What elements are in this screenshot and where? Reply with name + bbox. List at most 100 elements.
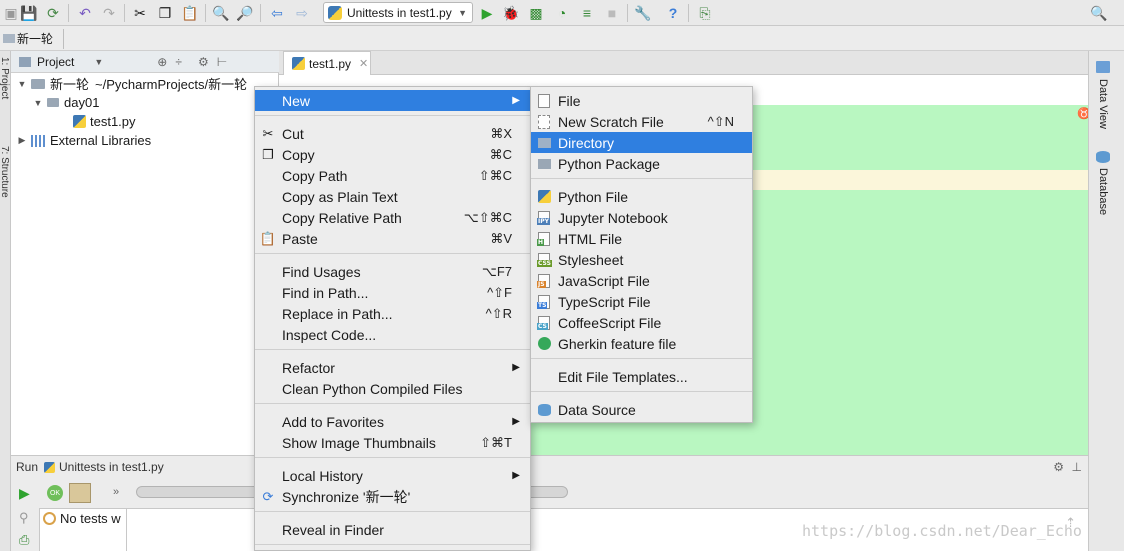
profile-icon[interactable]: ◔ xyxy=(553,4,571,22)
forward-icon[interactable]: ⇨ xyxy=(293,4,311,22)
watermark: https://blog.csdn.net/Dear_Echo xyxy=(802,522,1082,540)
menu-separator xyxy=(255,403,530,404)
sync-icon[interactable]: ⟳ xyxy=(44,4,62,22)
package-icon xyxy=(537,156,551,171)
show-ignored-icon[interactable] xyxy=(69,483,91,503)
replace-icon[interactable]: 🔎 xyxy=(236,4,254,22)
submenu-arrow-icon: ▶ xyxy=(512,362,520,373)
menu-item-label: CoffeeScript File xyxy=(558,314,662,331)
project-view-select[interactable]: Project xyxy=(37,55,74,69)
tree-item-path: ~/PycharmProjects/新一轮 xyxy=(95,77,248,92)
show-passed-icon[interactable]: OK xyxy=(47,485,63,501)
rerun-icon[interactable]: ▶ xyxy=(19,485,30,502)
menu-item-directory[interactable]: Directory xyxy=(531,132,752,153)
menu-item-add-to-favorites[interactable]: Add to Favorites ▶ xyxy=(255,411,530,432)
paste-icon[interactable]: 📋 xyxy=(181,4,199,22)
menu-item-label: Paste xyxy=(282,230,318,247)
menu-item-python-file[interactable]: Python File xyxy=(531,186,752,207)
save-icon[interactable]: 💾 xyxy=(20,4,38,22)
gear-icon[interactable]: ⚙ xyxy=(198,55,209,69)
structure-tool-window-button[interactable]: 7: Structure xyxy=(0,146,10,198)
menu-item-reveal-in-finder[interactable]: Reveal in Finder xyxy=(255,519,530,540)
chevron-down-icon[interactable]: ▼ xyxy=(94,57,103,67)
menu-item-copy-relative-path[interactable]: Copy Relative Path ⌥⇧⌘C xyxy=(255,207,530,228)
menu-item-python-package[interactable]: Python Package xyxy=(531,153,752,174)
menu-item-shortcut: ⇧⌘C xyxy=(478,167,512,183)
menu-item-paste[interactable]: 📋 Paste ⌘V xyxy=(255,228,530,249)
export-icon[interactable]: ⎙ xyxy=(19,532,29,548)
tree-item-external-libraries[interactable]: ▶ External Libraries xyxy=(17,131,152,150)
close-icon[interactable]: ✕ xyxy=(359,57,368,70)
pin-icon[interactable]: ⚲ xyxy=(19,510,29,526)
settings-icon[interactable]: 🔧 xyxy=(634,4,652,22)
expand-arrow-icon[interactable]: ▶ xyxy=(17,135,27,146)
gear-icon[interactable]: ⚙ xyxy=(1053,460,1064,474)
database-tool-button[interactable]: Database xyxy=(1097,168,1109,215)
scroll-from-source-icon[interactable]: ⊕ xyxy=(157,55,167,69)
hide-panel-icon[interactable]: ⊥ xyxy=(1072,460,1082,474)
search-everywhere-icon[interactable]: 🔍 xyxy=(1090,4,1108,22)
menu-item-shortcut: ^⇧F xyxy=(487,284,512,300)
menu-item-copy-as-plain-text[interactable]: Copy as Plain Text xyxy=(255,186,530,207)
help-icon[interactable]: ? xyxy=(664,4,682,22)
menu-item-data-source[interactable]: Data Source xyxy=(531,399,752,420)
menu-item-shortcut: ⌘C xyxy=(489,146,512,162)
menu-item-replace-in-path[interactable]: Replace in Path... ^⇧R xyxy=(255,303,530,324)
menu-item-coffeescript-file[interactable]: CS CoffeeScript File xyxy=(531,312,752,333)
concurrency-icon[interactable]: ≡ xyxy=(578,4,596,22)
expand-arrow-icon[interactable]: ▼ xyxy=(17,79,27,89)
menu-item-new-scratch-file[interactable]: New Scratch File ^⇧N xyxy=(531,111,752,132)
run-panel-header: Run Unittests in test1.py ⚙ ⊥ xyxy=(11,456,1088,478)
breadcrumb[interactable]: 新一轮 xyxy=(0,28,65,49)
menu-item-jupyter-notebook[interactable]: IPY Jupyter Notebook xyxy=(531,207,752,228)
menu-item-inspect-code[interactable]: Inspect Code... xyxy=(255,324,530,345)
menu-item-label: File xyxy=(558,92,581,109)
menu-item-gherkin-feature-file[interactable]: Gherkin feature file xyxy=(531,333,752,354)
back-icon[interactable]: ⇦ xyxy=(268,4,286,22)
menu-item-show-image-thumbnails[interactable]: Show Image Thumbnails ⇧⌘T xyxy=(255,432,530,453)
toolbar-separator xyxy=(205,4,206,22)
data-view-tool-button[interactable]: Data View xyxy=(1097,79,1109,129)
copy-icon[interactable]: ❐ xyxy=(156,4,174,22)
menu-item-edit-file-templates[interactable]: Edit File Templates... xyxy=(531,366,752,387)
menu-item-local-history[interactable]: Local History ▶ xyxy=(255,465,530,486)
menu-item-find-usages[interactable]: Find Usages ⌥F7 xyxy=(255,261,530,282)
debug-icon[interactable]: 🐞 xyxy=(502,4,520,22)
vcs-icon[interactable]: ⎘ xyxy=(696,4,714,22)
menu-item-find-in-path[interactable]: Find in Path... ^⇧F xyxy=(255,282,530,303)
undo-icon[interactable]: ↶ xyxy=(76,4,94,22)
menu-item-clean-python-compiled-files[interactable]: Clean Python Compiled Files xyxy=(255,378,530,399)
menu-item-label: Python Package xyxy=(558,155,660,172)
run-icon[interactable]: ▶ xyxy=(478,4,496,22)
menu-item-new[interactable]: New ▶ xyxy=(255,90,530,111)
test-tree[interactable]: No tests w xyxy=(39,508,127,551)
tree-item-project-root[interactable]: ▼ 新一轮 ~/PycharmProjects/新一轮 xyxy=(17,74,248,93)
menu-item-copy[interactable]: ❐ Copy ⌘C xyxy=(255,144,530,165)
menu-item-cut[interactable]: ✂ Cut ⌘X xyxy=(255,123,530,144)
folder-icon xyxy=(537,135,551,150)
menu-item-copy-path[interactable]: Copy Path ⇧⌘C xyxy=(255,165,530,186)
menu-item-synchronize[interactable]: ⟳ Synchronize '新一轮' xyxy=(255,486,530,507)
collapse-all-icon[interactable]: ÷ xyxy=(175,55,182,69)
cut-icon[interactable]: ✂ xyxy=(131,4,149,22)
menu-item-file[interactable]: File xyxy=(531,90,752,111)
menu-item-stylesheet[interactable]: CSS Stylesheet xyxy=(531,249,752,270)
stop-icon[interactable]: ■ xyxy=(603,4,621,22)
coverage-icon[interactable]: ▩ xyxy=(527,4,545,22)
redo-icon[interactable]: ↷ xyxy=(100,4,118,22)
run-configuration-select[interactable]: Unittests in test1.py ▼ xyxy=(323,2,473,23)
tree-item-test1-py[interactable]: test1.py xyxy=(73,112,136,131)
menu-item-typescript-file[interactable]: TS TypeScript File xyxy=(531,291,752,312)
more-icon[interactable]: » xyxy=(113,486,119,498)
menu-item-refactor[interactable]: Refactor ▶ xyxy=(255,357,530,378)
expand-arrow-icon[interactable]: ▼ xyxy=(33,98,43,108)
menu-item-javascript-file[interactable]: JS JavaScript File xyxy=(531,270,752,291)
project-tool-window-button[interactable]: 1: Project xyxy=(0,57,10,99)
folder-open-icon[interactable]: ▣ xyxy=(2,4,20,22)
find-icon[interactable]: 🔍 xyxy=(212,4,230,22)
tab-test1-py[interactable]: test1.py ✕ xyxy=(283,51,371,75)
menu-item-html-file[interactable]: H HTML File xyxy=(531,228,752,249)
menu-item-label: Clean Python Compiled Files xyxy=(282,380,463,397)
tree-item-day01[interactable]: ▼ day01 xyxy=(33,93,100,112)
hide-panel-icon[interactable]: ⊢ xyxy=(217,55,227,69)
